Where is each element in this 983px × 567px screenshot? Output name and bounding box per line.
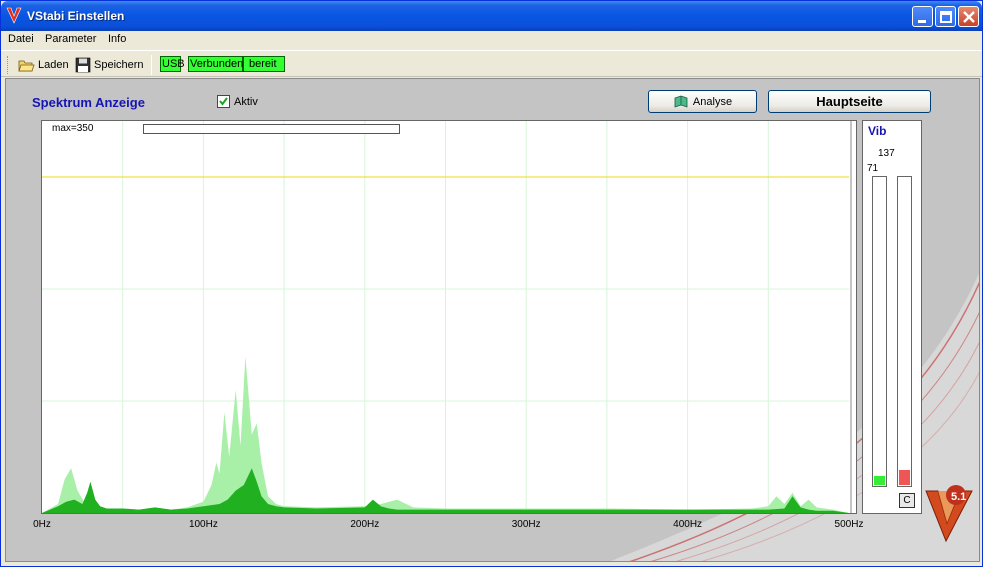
x-tick-label: 100Hz (188, 519, 218, 530)
window-title: VStabi Einstellen (27, 9, 125, 23)
vib-right-bar (897, 176, 912, 487)
close-button[interactable] (958, 6, 979, 27)
vib-max-value: 137 (878, 148, 895, 159)
minimize-button[interactable] (912, 6, 933, 27)
spectrum-panel: Spektrum Anzeige Aktiv Analyse Hauptseit… (5, 78, 980, 562)
load-label: Laden (38, 59, 69, 71)
spectrum-plot (42, 121, 852, 513)
floppy-disk-icon (75, 57, 91, 73)
active-label: Aktiv (234, 96, 258, 108)
menu-bar: Datei Parameter Info (1, 31, 982, 49)
clear-button[interactable]: C (899, 493, 915, 508)
save-button[interactable]: Speichern (75, 55, 144, 75)
checkmark-icon (219, 97, 228, 106)
load-button[interactable]: Laden (18, 55, 69, 75)
vib-title: Vib (868, 124, 887, 138)
toolbar-grip[interactable] (7, 56, 10, 74)
book-icon (674, 95, 688, 108)
vibration-panel: Vib 137 71 C (862, 120, 922, 514)
spectrum-chart: max=350 (41, 120, 857, 514)
vib-left-bar-fill (874, 476, 885, 485)
active-checkbox[interactable] (217, 95, 230, 108)
save-label: Speichern (94, 59, 144, 71)
section-title: Spektrum Anzeige (32, 95, 145, 110)
close-icon (963, 11, 975, 23)
vstabi-app-icon (6, 7, 22, 24)
vib-left-value: 71 (867, 163, 879, 174)
x-tick-label: 400Hz (673, 519, 703, 530)
x-tick-label: 200Hz (350, 519, 380, 530)
usb-status: USB (160, 56, 185, 72)
x-tick-label: 0Hz (33, 519, 51, 530)
minimize-icon (918, 20, 926, 23)
maximize-icon (940, 11, 952, 23)
connection-status: Verbunden (188, 56, 244, 72)
title-bar[interactable]: VStabi Einstellen (1, 1, 982, 31)
app-window: VStabi Einstellen Datei Parameter Info L… (0, 0, 983, 567)
menu-info[interactable]: Info (108, 33, 126, 45)
max-label: max=350 (52, 123, 94, 134)
vib-left-bar (872, 176, 887, 487)
maximize-button[interactable] (935, 6, 956, 27)
menu-parameter[interactable]: Parameter (45, 33, 96, 45)
analyse-button[interactable]: Analyse (648, 90, 757, 113)
vib-right-bar-fill (899, 470, 910, 485)
analyse-label: Analyse (692, 95, 733, 108)
svg-text:5.1: 5.1 (951, 491, 966, 503)
toolbar-separator (151, 55, 152, 75)
progress-bar (143, 124, 400, 134)
x-tick-label: 300Hz (511, 519, 541, 530)
home-label: Hauptseite (816, 94, 883, 109)
home-button[interactable]: Hauptseite (768, 90, 931, 113)
x-tick-label: 500Hz (834, 519, 864, 530)
toolbar: Laden Speichern USB Verbunden bereit (1, 50, 982, 77)
ready-status: bereit (243, 56, 285, 72)
vstabi-logo: 5.1 (925, 485, 973, 543)
menu-datei[interactable]: Datei (8, 33, 34, 45)
open-folder-icon (18, 60, 35, 71)
